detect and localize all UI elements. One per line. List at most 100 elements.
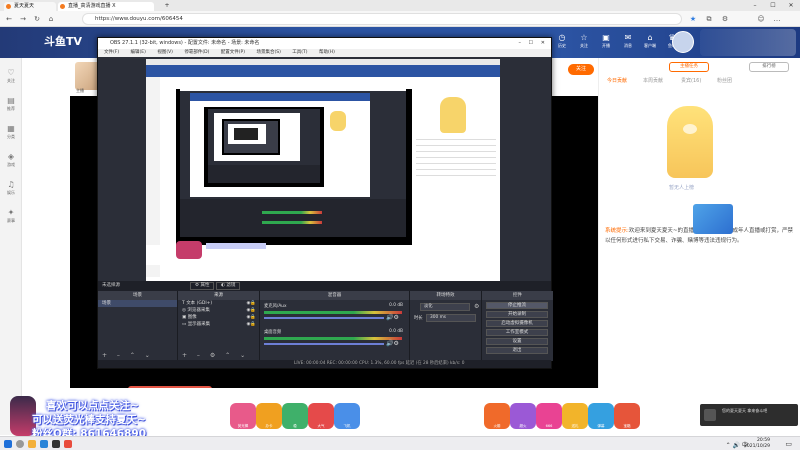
obs-menu-help[interactable]: 帮助(H) [319,50,335,55]
speaker-icon[interactable]: 🔊⚙ [386,340,399,347]
promo-box-image[interactable] [693,204,733,234]
l2-mascot [330,111,346,131]
start-icon[interactable] [4,440,12,448]
search-icon[interactable] [16,440,24,448]
forward-icon[interactable]: → [18,14,28,24]
eye-icon[interactable]: ◉🔒 [246,321,259,328]
mixer-channel-level: 0.0 dB [389,329,403,334]
collections-icon[interactable]: ⧉ [704,14,714,24]
sidebar-item-follow[interactable]: ♡ 关注 [1,68,21,84]
obs-window[interactable]: OBS 27.1.1 (32-bit, windows) - 配置文件: 未命名… [97,37,553,369]
sidebar-item-category[interactable]: ▦ 分类 [1,124,21,140]
close-icon[interactable]: ✕ [782,0,800,11]
sidebar-item-event[interactable]: ✦ 赛事 [1,208,21,224]
notification-popup[interactable]: 您的夏天夏天 拿来奋斗吧 [700,404,798,426]
eye-icon[interactable]: ◉🔒 [246,314,259,321]
back-icon[interactable]: ← [4,14,14,24]
obs-menu-scene-collection[interactable]: 场景集合(S) [256,50,280,55]
tab-fans[interactable]: 粉丝团 [717,77,732,84]
profile-icon[interactable]: ☺ [756,14,766,24]
url-input[interactable]: https://www.douyu.com/606454 [82,13,682,25]
eye-icon[interactable]: ◉🔒 [246,300,259,307]
minimize-icon[interactable]: – [746,0,764,11]
source-item[interactable]: ◎ 浏览器采集 ◉🔒 [178,307,259,314]
browser-tab-active[interactable]: 直播_高清游戏直播 X [58,2,154,11]
obs-menu-edit[interactable]: 编辑(E) [131,50,146,55]
obs-app-icon[interactable] [52,440,60,448]
new-tab-icon[interactable]: + [158,0,176,11]
filters-button[interactable]: ◐ 滤镜 [216,282,241,290]
duration-input[interactable]: 300 ms [426,314,476,322]
l2-docks [180,199,406,237]
virtual-camera-button[interactable]: 启动虚拟摄像机 [486,320,548,327]
history-icon[interactable]: ◷ 历史 [552,33,572,49]
obs-menu-view[interactable]: 视图(V) [157,50,173,55]
source-item[interactable]: ▣ 图像 ◉🔒 [178,314,259,321]
obs-menu-file[interactable]: 文件(F) [104,50,119,55]
tab-vip[interactable]: 贵宾(16) [681,77,701,84]
transition-select[interactable]: 淡化 [420,303,470,311]
mixer-volume-slider[interactable] [264,317,384,319]
broadcast-icon[interactable]: ▣ 开播 [596,33,616,49]
file-explorer-icon[interactable] [28,440,36,448]
rank-link[interactable]: 排行榜 [749,62,789,72]
speaker-icon[interactable]: 🔊⚙ [386,314,399,321]
maximize-icon[interactable]: ☐ [764,0,782,11]
rank-badge[interactable]: 主播任务 [669,62,709,72]
tab-week[interactable]: 本周贡献 [643,77,663,84]
favorite-star-icon[interactable]: ★ [688,14,698,24]
tab-label: 夏天夏天 [14,3,35,9]
scene-controls[interactable]: + – ⌃ ⌄ [102,352,154,359]
eye-icon[interactable]: ◉🔒 [246,307,259,314]
mixer-volume-slider[interactable] [264,343,384,345]
obs-menu-tools[interactable]: 工具(T) [292,50,307,55]
home-icon[interactable]: ⌂ [46,14,56,24]
gift-label: 宝箱 [623,424,631,428]
obs-menu-docks[interactable]: 停靠部件(D) [184,50,209,55]
studio-mode-button[interactable]: 工作室模式 [486,329,548,336]
exit-button[interactable]: 退出 [486,347,548,354]
follow-button[interactable]: 关注 [568,64,594,75]
obs-menu-profile[interactable]: 配置文件(P) [221,50,245,55]
user-avatar[interactable] [672,31,694,53]
sidebar-item-game[interactable]: ◈ 游戏 [1,152,21,168]
scene-item[interactable]: 场景 [98,300,177,307]
message-icon[interactable]: ✉ 消息 [618,33,638,49]
obs-title-bar[interactable]: OBS 27.1.1 (32-bit, windows) - 配置文件: 未命名… [98,38,551,49]
more-menu-icon[interactable]: … [772,14,782,24]
refresh-icon[interactable]: ↻ [32,14,42,24]
source-item[interactable]: T 文本 (GDI+) ◉🔒 [178,300,259,307]
gift-label: 荧光棒 [237,424,249,428]
properties-button[interactable]: ⚙ 属性 [190,282,215,290]
sidebar-item-recommend[interactable]: ▤ 推荐 [1,96,21,112]
edge-icon[interactable] [40,440,48,448]
start-recording-button[interactable]: 开始录制 [486,311,548,318]
settings-button[interactable]: 设置 [486,338,548,345]
source-controls[interactable]: + – ⚙ ⌃ ⌄ [182,352,249,359]
follow-icon[interactable]: ☆ 关注 [574,33,594,49]
browser-tab[interactable]: 夏天夏天 [4,2,56,11]
source-item[interactable]: ▭ 显示器采集 ◉🔒 [178,321,259,328]
app-icon[interactable] [64,440,72,448]
mixer-meter [264,337,402,340]
extensions-icon[interactable]: ⚙ [720,14,730,24]
nested-text [416,139,496,179]
tab-favicon-icon [6,4,11,9]
obs-maximize-icon[interactable]: ☐ [529,38,533,49]
stop-streaming-button[interactable]: 停止推流 [486,302,548,309]
tab-today[interactable]: 今日贡献 [607,77,627,84]
taskbar-clock[interactable]: 20:59 2021/10/29 [744,438,770,450]
notification-center-icon[interactable]: ▭ [785,440,792,448]
obs-minimize-icon[interactable]: – [519,38,522,49]
client-icon[interactable]: ⌂ 客户端 [640,33,660,49]
douyu-logo[interactable]: 斗鱼TV [44,33,82,49]
obs-close-icon[interactable]: ✕ [541,38,545,49]
duration-label: 时长 [414,316,423,321]
sidebar-item-entertain[interactable]: ♫ 娱乐 [1,180,21,196]
browser-address-bar: ← → ↻ ⌂ https://www.douyu.com/606454 ★ ⧉… [0,11,800,27]
obs-preview[interactable] [146,59,500,281]
obs-source-strip: 未选择源 ⚙ 属性 ◐ 滤镜 [98,281,551,291]
gear-icon[interactable]: ⚙ [474,303,479,310]
nested-sticker [176,237,286,259]
overlay-line-2: 可以送荧光棒支持夏天~ [32,414,146,426]
